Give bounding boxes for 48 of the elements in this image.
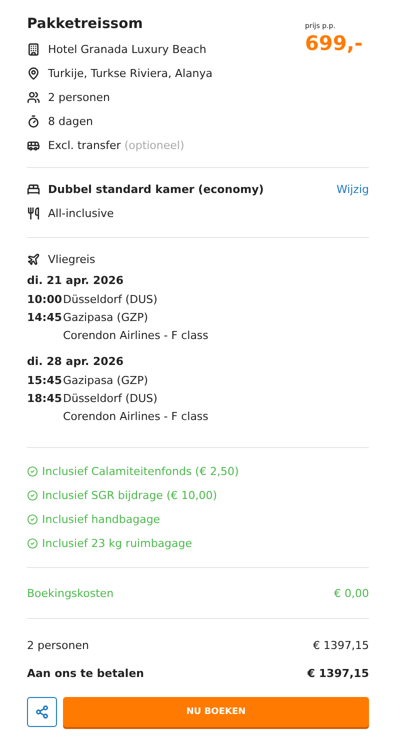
departure-time: 15:45 [27, 374, 63, 386]
total-amount: € 1397,15 [313, 638, 369, 652]
flight-title: Vliegreis [48, 252, 96, 266]
check-icon [27, 538, 38, 548]
departure-airport: Düsseldorf (DUS) [63, 292, 158, 306]
flight-date: di. 21 apr. 2026 [27, 273, 125, 289]
check-icon [27, 514, 38, 524]
arrival-time: 18:45 [27, 392, 63, 404]
departure-time: 10:00 [27, 292, 63, 306]
inclusion-text: Inclusief 23 kg ruimbagage [42, 536, 192, 550]
carrier-text: Corendon Airlines - F class [63, 328, 208, 342]
timer-icon [27, 114, 40, 128]
price-amount: 699,- [305, 31, 364, 55]
building-icon [27, 42, 40, 56]
inclusion-text: Inclusief handbagage [42, 512, 160, 526]
cutlery-icon [27, 206, 40, 220]
check-icon [27, 466, 38, 476]
total-label: 2 personen [27, 638, 89, 652]
flight-date: di. 28 apr. 2026 [27, 354, 125, 370]
summary-title: Pakketreissom [27, 16, 143, 32]
booking-costs-amount: € 0,00 [334, 586, 369, 600]
detail-text: Turkije, Turkse Riviera, Alanya [48, 66, 213, 80]
detail-text: 2 personen [48, 90, 110, 104]
detail-text: 8 dagen [48, 114, 93, 128]
detail-text: Hotel Granada Luxury Beach [48, 42, 206, 56]
carrier-text: Corendon Airlines - F class [63, 410, 208, 422]
inclusion-text: Inclusief Calamiteitenfonds (€ 2,50) [42, 464, 239, 478]
plane-icon [27, 252, 40, 266]
arrival-time: 14:45 [27, 310, 63, 324]
check-icon [27, 490, 38, 500]
room-text: Dubbel standard kamer (economy) [48, 182, 264, 196]
bed-icon [27, 182, 40, 196]
change-link[interactable]: Wijzig [336, 182, 369, 196]
inclusion-text: Inclusief SGR bijdrage (€ 10,00) [42, 488, 218, 502]
departure-airport: Gazipasa (GZP) [63, 374, 148, 386]
share-icon [35, 705, 49, 719]
detail-text: Excl. transfer (optioneel) [48, 138, 184, 152]
map-pin-icon [27, 66, 40, 80]
share-button[interactable] [27, 697, 57, 727]
total-amount: € 1397,15 [307, 666, 369, 680]
arrival-airport: Düsseldorf (DUS) [63, 392, 158, 404]
people-icon [27, 90, 40, 104]
arrival-airport: Gazipasa (GZP) [63, 310, 148, 324]
bus-icon [27, 138, 40, 152]
board-text: All-inclusive [48, 206, 114, 220]
book-button[interactable]: NU BOEKEN [63, 697, 369, 727]
booking-costs-label: Boekingskosten [27, 586, 114, 600]
total-label: Aan ons te betalen [27, 666, 144, 680]
